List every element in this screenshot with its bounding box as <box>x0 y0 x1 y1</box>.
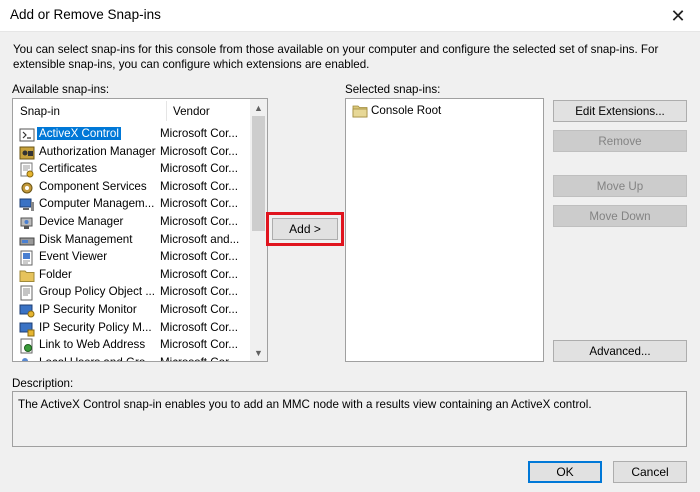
window-title: Add or Remove Snap-ins <box>10 7 161 22</box>
scrollbar-thumb[interactable] <box>252 116 265 231</box>
column-header-snapin[interactable]: Snap-in <box>20 105 60 118</box>
snapin-vendor: Microsoft Cor... <box>160 320 238 334</box>
snapin-name: Authorization Manager <box>39 144 156 158</box>
selected-snapins-label: Selected snap-ins: <box>345 83 441 96</box>
scroll-up-icon[interactable]: ▲ <box>250 99 267 116</box>
activex-icon <box>19 128 35 142</box>
description-text: The ActiveX Control snap-in enables you … <box>18 398 592 411</box>
snapin-vendor: Microsoft Cor... <box>160 356 238 361</box>
disk-management-icon <box>19 237 35 246</box>
snapin-vendor: Microsoft Cor... <box>160 214 238 228</box>
snapin-row[interactable]: Computer Managem... Microsoft Cor... <box>13 196 251 214</box>
folder-icon <box>352 105 368 118</box>
snapin-vendor: Microsoft Cor... <box>160 285 238 299</box>
snapin-vendor: Microsoft Cor... <box>160 250 238 264</box>
snapin-row[interactable]: Authorization Manager Microsoft Cor... <box>13 144 251 162</box>
advanced-button[interactable]: Advanced... <box>553 340 687 362</box>
device-manager-icon <box>20 217 33 229</box>
snapin-row[interactable]: Group Policy Object ... Microsoft Cor... <box>13 284 251 302</box>
snapin-vendor: Microsoft Cor... <box>160 267 238 281</box>
snapin-name: Computer Managem... <box>39 197 155 211</box>
column-separator[interactable] <box>166 101 167 121</box>
snapin-vendor: Microsoft Cor... <box>160 127 238 140</box>
snapin-row[interactable]: Event Viewer Microsoft Cor... <box>13 249 251 267</box>
component-services-icon <box>21 182 33 194</box>
snapin-vendor: Microsoft Cor... <box>160 162 238 176</box>
snapin-row[interactable]: Link to Web Address Microsoft Cor... <box>13 337 251 355</box>
snapin-name: Device Manager <box>39 214 124 228</box>
snapin-row[interactable]: Disk Management Microsoft and... <box>13 232 251 250</box>
scroll-down-icon[interactable]: ▼ <box>250 344 267 361</box>
description-label: Description: <box>12 377 74 390</box>
intro-text: You can select snap-ins for this console… <box>13 43 683 72</box>
title-bar: Add or Remove Snap-ins ✕ <box>0 0 700 32</box>
folder-icon <box>19 270 35 282</box>
snapin-name: Disk Management <box>39 232 133 246</box>
group-policy-icon <box>20 285 33 301</box>
selected-item-label: Console Root <box>371 104 442 117</box>
intro-line-1: You can select snap-ins for this console… <box>13 43 659 56</box>
snapin-name: IP Security Monitor <box>39 302 137 316</box>
link-icon <box>20 338 33 354</box>
snapin-vendor: Microsoft Cor... <box>160 302 238 316</box>
snapin-name: Local Users and Gro... <box>37 356 157 361</box>
snapin-row[interactable]: Certificates Microsoft Cor... <box>13 161 251 179</box>
event-viewer-icon <box>20 250 33 266</box>
remove-button[interactable]: Remove <box>553 130 687 152</box>
snapin-row[interactable]: ActiveX Control Microsoft Cor... <box>13 126 251 144</box>
available-rows: ActiveX Control Microsoft Cor... Authoriza… <box>13 126 251 361</box>
snapin-row[interactable]: Folder Microsoft Cor... <box>13 267 251 285</box>
local-users-icon <box>22 357 28 361</box>
snapin-name: Folder <box>39 267 72 281</box>
column-header-vendor[interactable]: Vendor <box>173 105 210 118</box>
cancel-button[interactable]: Cancel <box>613 461 687 483</box>
snapin-name: Event Viewer <box>39 250 108 264</box>
selected-snapins-list[interactable]: Console Root <box>345 98 544 362</box>
snapin-row[interactable]: Device Manager Microsoft Cor... <box>13 214 251 232</box>
add-button-highlight: Add > <box>266 212 344 246</box>
snapin-vendor: Microsoft Cor... <box>160 197 238 211</box>
snapin-row[interactable]: IP Security Policy M... Microsoft Cor... <box>13 320 251 338</box>
snapin-name: IP Security Policy M... <box>39 320 152 334</box>
add-button[interactable]: Add > <box>272 218 338 240</box>
description-box: The ActiveX Control snap-in enables you … <box>12 391 687 447</box>
list-header: Snap-in Vendor <box>13 99 251 125</box>
move-up-button[interactable]: Move Up <box>553 175 687 197</box>
snapin-row[interactable]: IP Security Monitor Microsoft Cor... <box>13 302 251 320</box>
close-button[interactable]: ✕ <box>656 0 700 32</box>
snapin-name: ActiveX Control <box>36 126 122 141</box>
certificates-icon <box>20 162 34 178</box>
snapin-vendor: Microsoft Cor... <box>160 179 238 193</box>
edit-extensions-button[interactable]: Edit Extensions... <box>553 100 687 122</box>
snapin-vendor: Microsoft and... <box>160 232 240 246</box>
available-snapins-label: Available snap-ins: <box>12 83 110 96</box>
intro-line-2: extensible snap-ins, you can configure w… <box>13 57 370 71</box>
snapin-name: Component Services <box>39 179 147 193</box>
computer-management-icon <box>19 198 34 212</box>
snapin-name: Link to Web Address <box>39 338 146 352</box>
snapin-vendor: Microsoft Cor... <box>160 338 238 352</box>
ip-security-monitor-icon <box>19 304 35 318</box>
ip-security-policy-icon <box>19 322 35 337</box>
snapin-row[interactable]: Local Users and Gro...Microsoft Cor... <box>13 355 251 361</box>
snapin-name: Group Policy Object ... <box>39 285 155 299</box>
snapin-vendor: Microsoft Cor... <box>160 144 238 158</box>
snapin-row[interactable]: Component Services Microsoft Cor... <box>13 179 251 197</box>
available-snapins-list[interactable]: Snap-in Vendor ActiveX Control Microsoft … <box>12 98 268 362</box>
ok-button[interactable]: OK <box>528 461 602 483</box>
move-down-button[interactable]: Move Down <box>553 205 687 227</box>
close-icon: ✕ <box>670 5 686 26</box>
authorization-manager-icon <box>19 146 35 160</box>
snapin-name: Certificates <box>39 162 97 176</box>
vertical-scrollbar[interactable]: ▲ ▼ <box>250 99 267 361</box>
